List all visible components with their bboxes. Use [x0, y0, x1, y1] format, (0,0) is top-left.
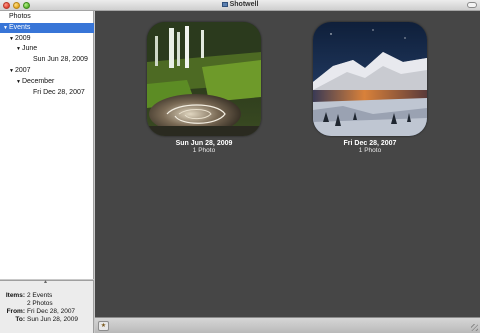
- shotwell-app-icon: [221, 2, 228, 7]
- sidebar-item-event-dec-28-2007[interactable]: Fri Dec 28, 2007: [0, 88, 94, 98]
- waterfall-photo-image: [147, 22, 261, 136]
- sidebar-item-label: June: [22, 45, 38, 52]
- info-label: Items:: [5, 292, 25, 299]
- pane-resize-handle[interactable]: ▴: [44, 278, 47, 285]
- window-resize-grip[interactable]: [471, 324, 478, 331]
- event-photo-count: 1 Photo: [358, 147, 382, 154]
- sidebar-item-label: Events: [9, 24, 31, 31]
- sidebar-item-year-2009[interactable]: ▼2009: [0, 34, 94, 44]
- event-date-label: Sun Jun 28, 2009: [175, 140, 233, 147]
- info-row-from: From: Fri Dec 28, 2007: [0, 308, 94, 316]
- bottom-toolbar: ★: [95, 317, 480, 333]
- sidebar-item-label: December: [22, 78, 55, 85]
- mountain-sunset-photo-thumbnail[interactable]: [313, 22, 427, 136]
- waterfall-photo-thumbnail[interactable]: [147, 22, 261, 136]
- sidebar-item-label: Fri Dec 28, 2007: [33, 89, 85, 96]
- toolbar-toggle-button[interactable]: [467, 2, 477, 8]
- chevron-down-icon[interactable]: ▼: [2, 23, 9, 33]
- info-row-to: To: Sun Jun 28, 2009: [0, 316, 94, 324]
- sidebar-item-event-jun-28-2009[interactable]: Sun Jun 28, 2009: [0, 55, 94, 65]
- sidebar: Photos ▼Events ▼2009 ▼June Sun Jun 28, 2…: [0, 11, 94, 279]
- info-value: Sun Jun 28, 2009: [27, 316, 78, 323]
- chevron-down-icon[interactable]: ▼: [15, 77, 22, 87]
- sidebar-item-year-2007[interactable]: ▼2007: [0, 66, 94, 76]
- chevron-down-icon[interactable]: ▼: [8, 34, 15, 44]
- info-value: 2 Events: [27, 292, 53, 299]
- info-row-photos: 2 Photos: [0, 300, 94, 308]
- info-row-items: Items: 2 Events: [0, 292, 94, 300]
- info-value: 2 Photos: [27, 300, 53, 307]
- sidebar-item-photos[interactable]: Photos: [0, 12, 94, 22]
- info-label: To:: [15, 316, 25, 323]
- window-titlebar: Shotwell: [0, 0, 480, 11]
- sidebar-item-month-december[interactable]: ▼December: [0, 77, 94, 87]
- info-panel: ▴ Items: 2 Events 2 Photos From: Fri Dec…: [0, 278, 94, 333]
- chevron-down-icon[interactable]: ▼: [15, 44, 22, 54]
- event-tile-dec-28-2007[interactable]: Fri Dec 28, 2007 1 Photo: [310, 22, 430, 154]
- sidebar-item-month-june[interactable]: ▼June: [0, 44, 94, 54]
- event-date-label: Fri Dec 28, 2007: [343, 140, 397, 147]
- info-value: Fri Dec 28, 2007: [27, 308, 76, 315]
- events-viewer: Sun Jun 28, 2009 1 Photo Fri Dec 28, 200…: [95, 11, 480, 317]
- mountain-sunset-photo-image: [313, 22, 427, 136]
- window-title: Shotwell: [229, 1, 259, 8]
- info-label: From:: [6, 308, 25, 315]
- sidebar-item-label: Sun Jun 28, 2009: [33, 56, 88, 63]
- sidebar-item-label: 2009: [15, 35, 31, 42]
- event-photo-count: 1 Photo: [192, 147, 216, 154]
- event-icon[interactable]: ★: [98, 321, 109, 331]
- window-title-wrap: Shotwell: [0, 1, 480, 8]
- sidebar-item-label: Photos: [9, 13, 31, 20]
- sidebar-item-events[interactable]: ▼Events: [0, 23, 94, 33]
- event-tile-jun-28-2009[interactable]: Sun Jun 28, 2009 1 Photo: [144, 22, 264, 154]
- chevron-down-icon[interactable]: ▼: [8, 66, 15, 76]
- sidebar-item-label: 2007: [15, 67, 31, 74]
